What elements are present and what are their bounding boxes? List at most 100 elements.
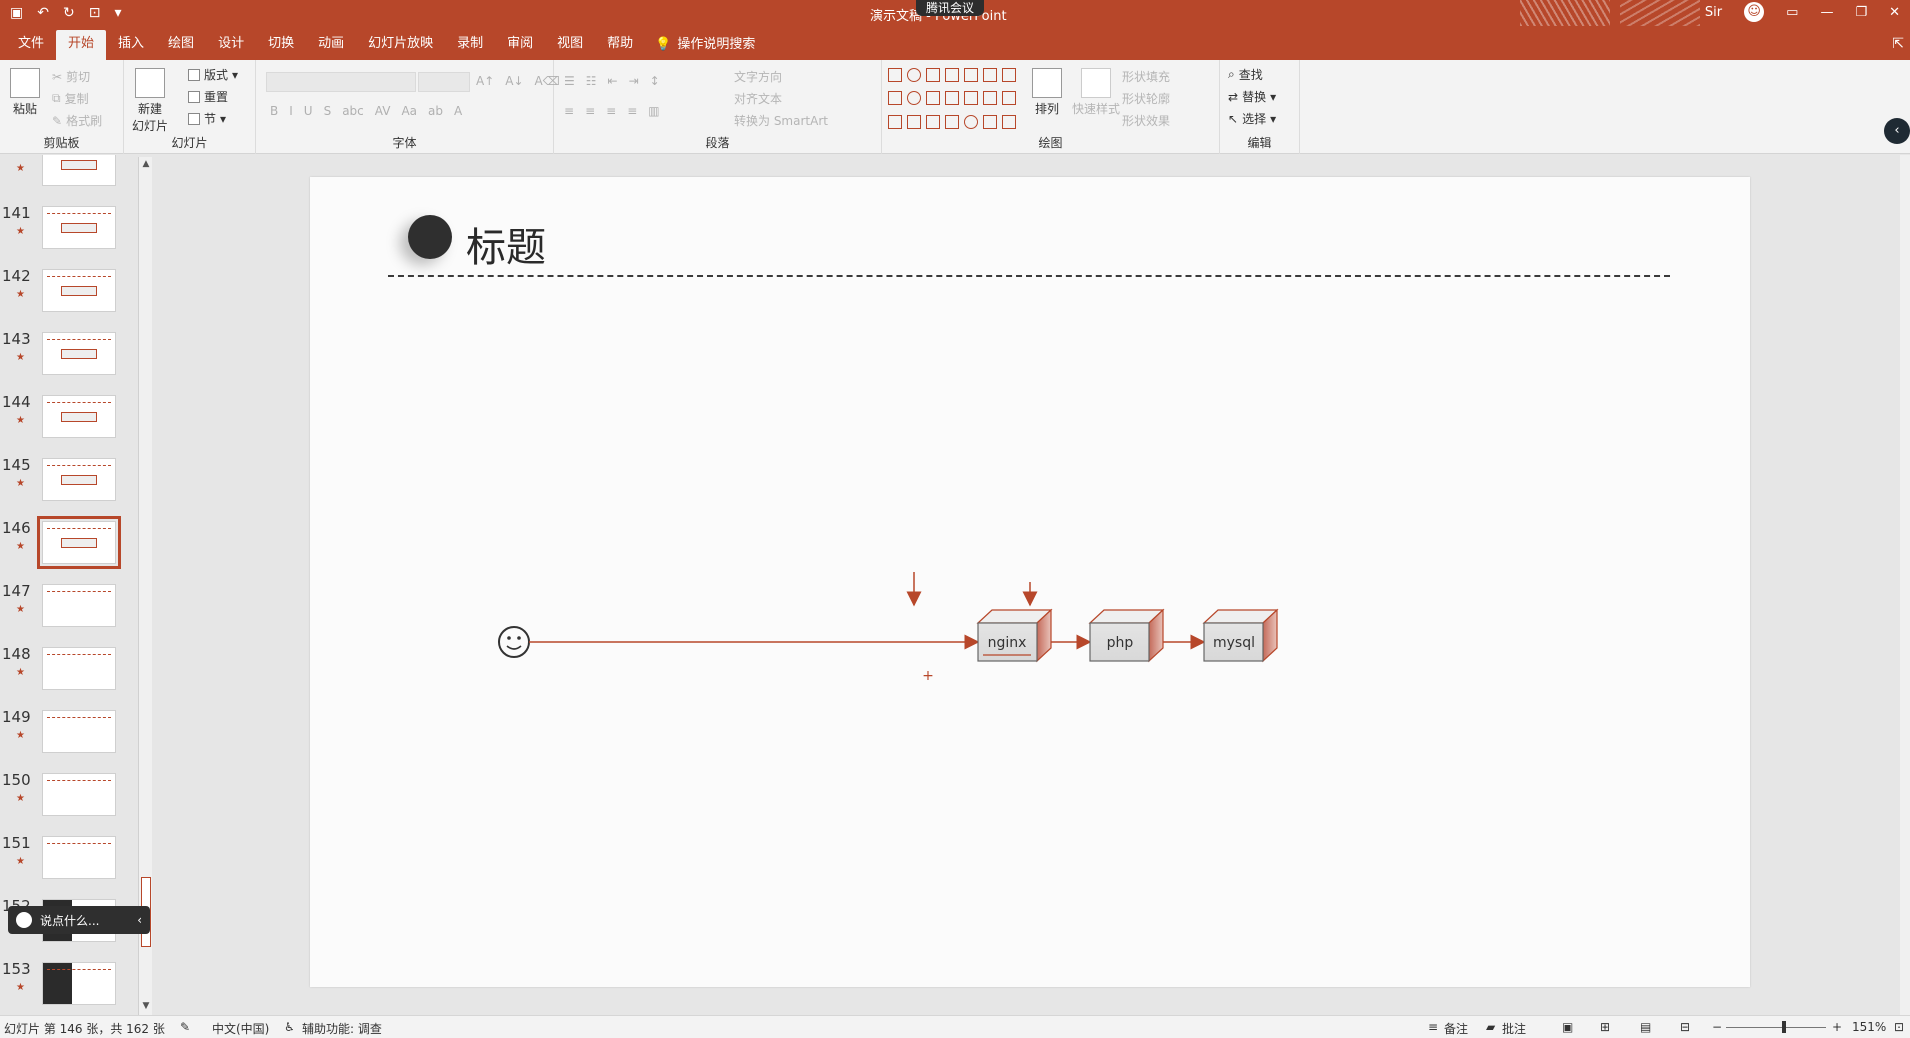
scroll-down-icon[interactable]: ▼ — [140, 1001, 152, 1013]
slide-thumbnail[interactable]: 151 ★ — [0, 834, 140, 897]
replace-button[interactable]: ⇄ 替换 ▾ — [1228, 88, 1276, 105]
strikethrough-icon[interactable]: S — [324, 104, 332, 118]
shape-item[interactable] — [964, 91, 978, 106]
bold-icon[interactable]: B — [270, 104, 278, 118]
shape-item[interactable] — [926, 91, 940, 106]
restore-icon[interactable]: ❐ — [1855, 5, 1867, 20]
thumbnail-preview[interactable] — [42, 773, 116, 816]
shape-item[interactable] — [964, 68, 978, 82]
shape-item[interactable] — [964, 114, 978, 129]
shape-item[interactable] — [945, 91, 959, 106]
increase-indent-icon[interactable]: ⇥ — [629, 74, 639, 88]
spellcheck-icon[interactable]: ✎ — [180, 1020, 190, 1034]
shape-effects-button[interactable]: 形状效果 — [1122, 112, 1170, 129]
tab-review[interactable]: 审阅 — [495, 30, 545, 60]
shape-item[interactable] — [888, 114, 902, 129]
section-button[interactable]: 节 ▾ — [188, 110, 226, 127]
grow-font-icon[interactable]: A↑ — [476, 74, 494, 88]
slide-thumbnail[interactable]: 146 ★ — [0, 516, 140, 582]
thumbnail-preview[interactable] — [42, 710, 116, 753]
add-handle-icon[interactable]: + — [922, 668, 934, 684]
save-icon[interactable]: ▣ — [10, 3, 23, 23]
char-spacing-icon[interactable]: AV — [375, 104, 391, 118]
notes-button[interactable]: 备注 — [1444, 1020, 1468, 1037]
redo-icon[interactable]: ↻ — [63, 3, 75, 23]
slide-thumbnail[interactable]: 140 ★ — [0, 155, 140, 204]
zoom-slider-thumb[interactable] — [1782, 1021, 1786, 1033]
arrange-button[interactable]: 排列 — [1032, 68, 1062, 117]
shape-item[interactable] — [926, 68, 940, 82]
tab-file[interactable]: 文件 — [6, 30, 56, 60]
font-color-icon[interactable]: A — [454, 104, 462, 118]
mysql-box[interactable]: mysql — [1202, 608, 1279, 663]
customize-qat-icon[interactable]: ▾ — [114, 3, 121, 23]
shape-item[interactable] — [1002, 91, 1016, 106]
shape-item[interactable] — [907, 114, 921, 129]
numbering-icon[interactable]: ☷ — [586, 74, 597, 88]
fit-slide-icon[interactable]: ⊡ — [1894, 1020, 1904, 1034]
slide-thumbnail[interactable]: 153 ★ — [0, 960, 140, 1015]
shape-item[interactable] — [945, 114, 959, 129]
columns-icon[interactable]: ▥ — [648, 104, 659, 118]
slide-thumbnail[interactable]: 150 ★ — [0, 771, 140, 834]
slide-thumbnail[interactable]: 145 ★ — [0, 456, 140, 519]
new-slide-button[interactable]: 新建 幻灯片 — [132, 68, 168, 134]
nginx-box[interactable]: nginx — [976, 608, 1053, 663]
tab-home[interactable]: 开始 — [56, 30, 107, 60]
italic-icon[interactable]: I — [289, 104, 293, 118]
php-box[interactable]: php — [1088, 608, 1165, 663]
minimize-icon[interactable]: — — [1820, 5, 1833, 20]
find-button[interactable]: ⌕ 查找 — [1228, 66, 1263, 83]
shape-item[interactable] — [888, 68, 902, 82]
underline-icon[interactable]: U — [304, 104, 313, 118]
meeting-indicator[interactable]: 腾讯会议 — [916, 0, 985, 16]
slideshow-icon[interactable]: ⊟ — [1680, 1020, 1690, 1034]
tab-slideshow[interactable]: 幻灯片放映 — [356, 30, 445, 60]
justify-icon[interactable]: ≡ — [627, 104, 637, 118]
user-smiley-icon[interactable] — [498, 626, 530, 658]
thumbnail-preview[interactable] — [42, 458, 116, 501]
align-left-icon[interactable]: ≡ — [564, 104, 574, 118]
tab-transitions[interactable]: 切换 — [256, 30, 306, 60]
thumbnail-scrollbar[interactable]: ▲ ▼ — [138, 157, 152, 1015]
shadow-icon[interactable]: abc — [342, 104, 364, 118]
decrease-indent-icon[interactable]: ⇤ — [608, 74, 618, 88]
current-slide[interactable]: 标题 nginx + php mysql — [310, 177, 1750, 987]
cut-button[interactable]: ✂ 剪切 — [52, 68, 90, 85]
chevron-left-icon[interactable]: ‹ — [137, 913, 142, 927]
tell-me-search[interactable]: 💡 操作说明搜索 — [655, 30, 755, 60]
shapes-gallery[interactable] — [888, 68, 1020, 134]
tab-draw[interactable]: 绘图 — [156, 30, 206, 60]
scroll-up-icon[interactable]: ▲ — [140, 159, 152, 171]
tab-help[interactable]: 帮助 — [595, 30, 645, 60]
slide-thumbnail[interactable]: 142 ★ — [0, 267, 140, 330]
present-icon[interactable]: ⊡ — [89, 3, 101, 23]
zoom-out-icon[interactable]: − — [1712, 1020, 1722, 1034]
highlight-icon[interactable]: ab — [428, 104, 443, 118]
tab-animations[interactable]: 动画 — [306, 30, 356, 60]
thumbnail-preview[interactable] — [42, 155, 116, 186]
slide-thumbnail[interactable]: 147 ★ — [0, 582, 140, 645]
shape-item[interactable] — [983, 114, 997, 129]
zoom-level[interactable]: 151% — [1852, 1020, 1886, 1034]
bullets-icon[interactable]: ☰ — [564, 74, 575, 88]
thumbnail-preview[interactable] — [42, 206, 116, 249]
slide-thumbnail[interactable]: 144 ★ — [0, 393, 140, 456]
avatar[interactable]: ☺ — [1744, 2, 1765, 22]
reset-button[interactable]: 重置 — [188, 88, 228, 105]
slide-sorter-icon[interactable]: ⊞ — [1600, 1020, 1610, 1034]
line-spacing-icon[interactable]: ↕ — [650, 74, 660, 88]
reading-view-icon[interactable]: ▤ — [1640, 1020, 1651, 1034]
paste-button[interactable]: 粘贴 — [10, 68, 40, 117]
tab-design[interactable]: 设计 — [206, 30, 256, 60]
zoom-slider[interactable] — [1726, 1027, 1826, 1028]
shape-item[interactable] — [1002, 114, 1016, 129]
tab-record[interactable]: 录制 — [445, 30, 495, 60]
shape-item[interactable] — [907, 91, 921, 106]
share-icon[interactable]: ⇱ — [1892, 36, 1904, 52]
thumbnail-preview[interactable] — [42, 962, 116, 1005]
quick-styles-button[interactable]: 快速样式 — [1072, 68, 1120, 117]
close-icon[interactable]: ✕ — [1889, 5, 1900, 20]
align-text-button[interactable]: 对齐文本 — [734, 90, 782, 107]
shape-item[interactable] — [907, 68, 921, 82]
